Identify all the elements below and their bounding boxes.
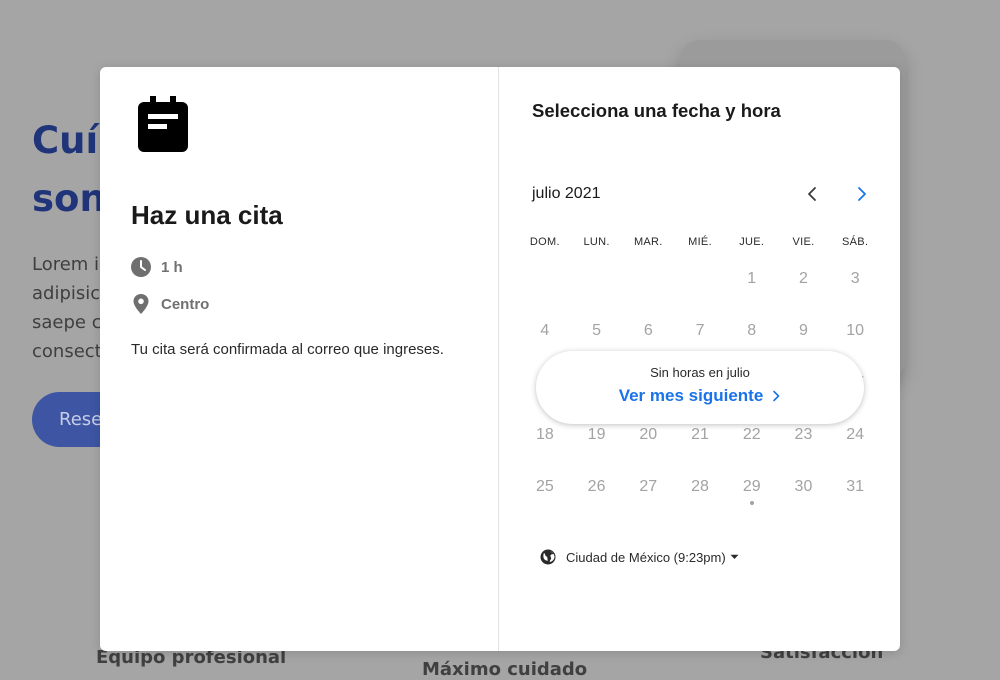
weekday-header: DOM. LUN. MAR. MIÉ. JUE. VIE. SÁB. — [519, 236, 881, 248]
previous-month-button[interactable] — [800, 182, 824, 206]
calendar-day: 1 — [747, 270, 757, 287]
calendar-day-number: 29 — [742, 478, 761, 495]
date-picker-heading: Selecciona una fecha y hora — [532, 100, 781, 121]
no-availability-popover: Sin horas en julio Ver mes siguiente — [536, 351, 864, 424]
calendar-day: 3 — [850, 270, 860, 287]
calendar-week: 1 2 3 — [519, 253, 881, 305]
calendar-day: 28 — [691, 478, 709, 495]
clock-icon — [131, 257, 151, 277]
location-row: Centro — [131, 294, 209, 314]
next-month-link[interactable]: Ver mes siguiente — [619, 386, 782, 406]
calendar-week: 25 26 27 28 29 30 31 — [519, 461, 881, 513]
caret-down-icon — [730, 554, 739, 559]
calendar-day: 10 — [846, 322, 865, 339]
weekday-label: VIE. — [792, 236, 815, 248]
weekday-label: MAR. — [633, 236, 663, 248]
event-title: Haz una cita — [131, 200, 283, 230]
calendar-day — [519, 253, 571, 305]
calendar-day: 4 — [540, 322, 550, 339]
today-indicator-dot — [749, 501, 754, 505]
date-picker-panel: Selecciona una fecha y hora julio 2021 D… — [500, 67, 900, 651]
calendar-day-today: 29 — [726, 461, 778, 513]
weekday-label: JUE. — [739, 236, 765, 248]
chevron-right-icon — [773, 390, 780, 402]
event-description: Tu cita será confirmada al correo que in… — [131, 341, 444, 358]
globe-icon — [540, 549, 556, 565]
event-details-panel: Haz una cita 1 h Centro Tu cita será con… — [100, 67, 499, 651]
calendar-day — [674, 253, 726, 305]
calendar-day: 27 — [639, 478, 658, 495]
timezone-selector[interactable]: Ciudad de México (9:23pm) — [540, 549, 739, 565]
calendar-day — [571, 253, 623, 305]
calendar-day: 30 — [794, 478, 813, 495]
calendar-day: 26 — [587, 478, 606, 495]
weekday-label: DOM. — [529, 236, 560, 248]
calendar-day: 31 — [846, 478, 865, 495]
month-label: julio 2021 — [532, 185, 601, 202]
calendar-day: 5 — [592, 322, 602, 339]
calendar-day: 9 — [799, 322, 808, 339]
next-month-button[interactable] — [850, 182, 874, 206]
weekday-label: SÁB. — [842, 236, 869, 248]
calendar-icon — [138, 96, 188, 152]
weekday-label: LUN. — [583, 236, 610, 248]
calendar-day — [622, 253, 674, 305]
location-text: Centro — [161, 295, 210, 313]
calendar-day: 8 — [747, 322, 757, 339]
calendar-week: 4 5 6 7 8 9 10 — [519, 305, 881, 357]
duration-text: 1 h — [161, 258, 183, 276]
calendar-day: 7 — [695, 322, 705, 339]
calendar-day: 2 — [799, 270, 808, 287]
timezone-label: Ciudad de México (9:23pm) — [566, 549, 726, 565]
no-availability-note: Sin horas en julio — [650, 365, 750, 380]
location-pin-icon — [133, 294, 149, 314]
calendar-day: 25 — [535, 478, 554, 495]
duration-row: 1 h — [131, 257, 183, 277]
booking-modal: Haz una cita 1 h Centro Tu cita será con… — [100, 67, 900, 651]
calendar-day: 6 — [643, 322, 653, 339]
weekday-label: MIÉ. — [688, 236, 712, 248]
background-feature-label: Máximo cuidado — [422, 659, 588, 680]
next-month-link-label: Ver mes siguiente — [618, 386, 764, 405]
